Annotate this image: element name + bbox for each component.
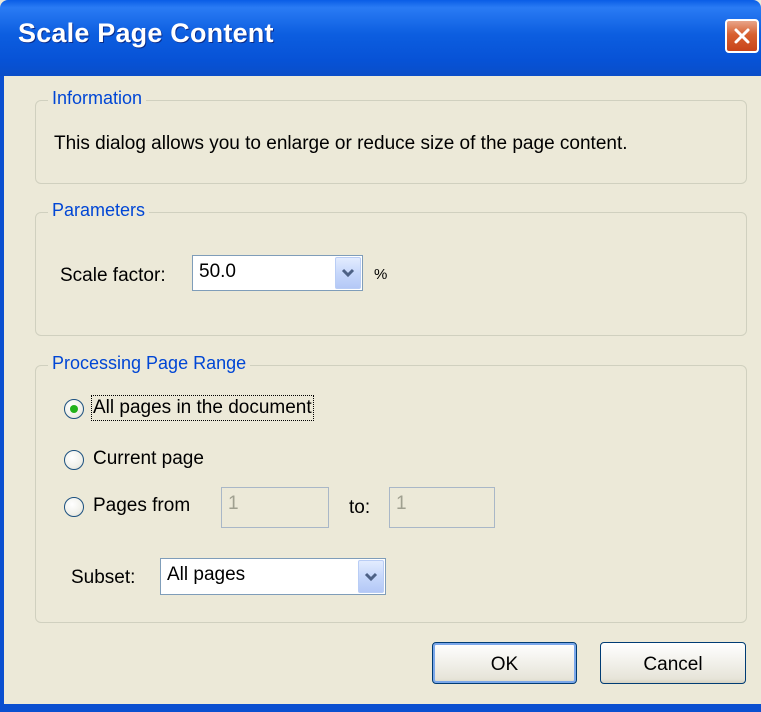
chevron-down-icon: [341, 268, 355, 278]
scale-page-content-dialog: Scale Page Content Information This dial…: [0, 0, 761, 712]
parameters-legend: Parameters: [48, 200, 150, 221]
ok-button-label: OK: [490, 654, 519, 675]
parameters-group: Parameters Scale factor:: [35, 200, 747, 336]
information-group: Information This dialog allows you to en…: [35, 88, 747, 184]
radio-selected-dot: [70, 405, 78, 413]
title-bar[interactable]: Scale Page Content: [0, 0, 761, 76]
subset-combo[interactable]: All pages: [160, 558, 386, 595]
cancel-button-label: Cancel: [643, 654, 703, 675]
scale-factor-dropdown-button[interactable]: [335, 257, 361, 289]
chevron-down-icon: [364, 572, 378, 581]
dialog-title: Scale Page Content: [18, 18, 274, 48]
window-frame-left: [0, 76, 4, 712]
pages-to-input[interactable]: 1: [389, 487, 495, 528]
subset-dropdown-button[interactable]: [358, 560, 384, 593]
information-legend: Information: [48, 88, 147, 109]
close-icon: [734, 28, 750, 44]
page-range-legend: Processing Page Range: [48, 353, 251, 374]
radio-all-pages[interactable]: [64, 399, 84, 419]
cancel-button[interactable]: Cancel: [600, 642, 746, 684]
radio-pages-from[interactable]: [64, 497, 84, 517]
pages-to-value: 1: [396, 493, 407, 514]
radio-all-pages-label[interactable]: All pages in the document: [91, 395, 314, 421]
radio-pages-from-label[interactable]: Pages from: [93, 495, 190, 517]
information-text: This dialog allows you to enlarge or red…: [54, 133, 628, 154]
percent-unit: %: [374, 266, 388, 283]
close-button[interactable]: [725, 19, 759, 53]
window-frame-bottom: [0, 704, 761, 712]
pages-from-input[interactable]: 1: [221, 487, 329, 528]
subset-value: All pages: [167, 564, 246, 585]
pages-from-value: 1: [228, 493, 239, 514]
radio-current-page-label[interactable]: Current page: [93, 448, 204, 470]
scale-factor-combo[interactable]: 50.0: [192, 255, 363, 291]
ok-button[interactable]: OK: [432, 642, 577, 684]
subset-label: Subset:: [71, 567, 136, 588]
scale-factor-value: 50.0: [199, 261, 236, 282]
radio-current-page[interactable]: [64, 450, 84, 470]
pages-to-label: to:: [349, 497, 371, 518]
scale-factor-label: Scale factor:: [60, 265, 166, 286]
